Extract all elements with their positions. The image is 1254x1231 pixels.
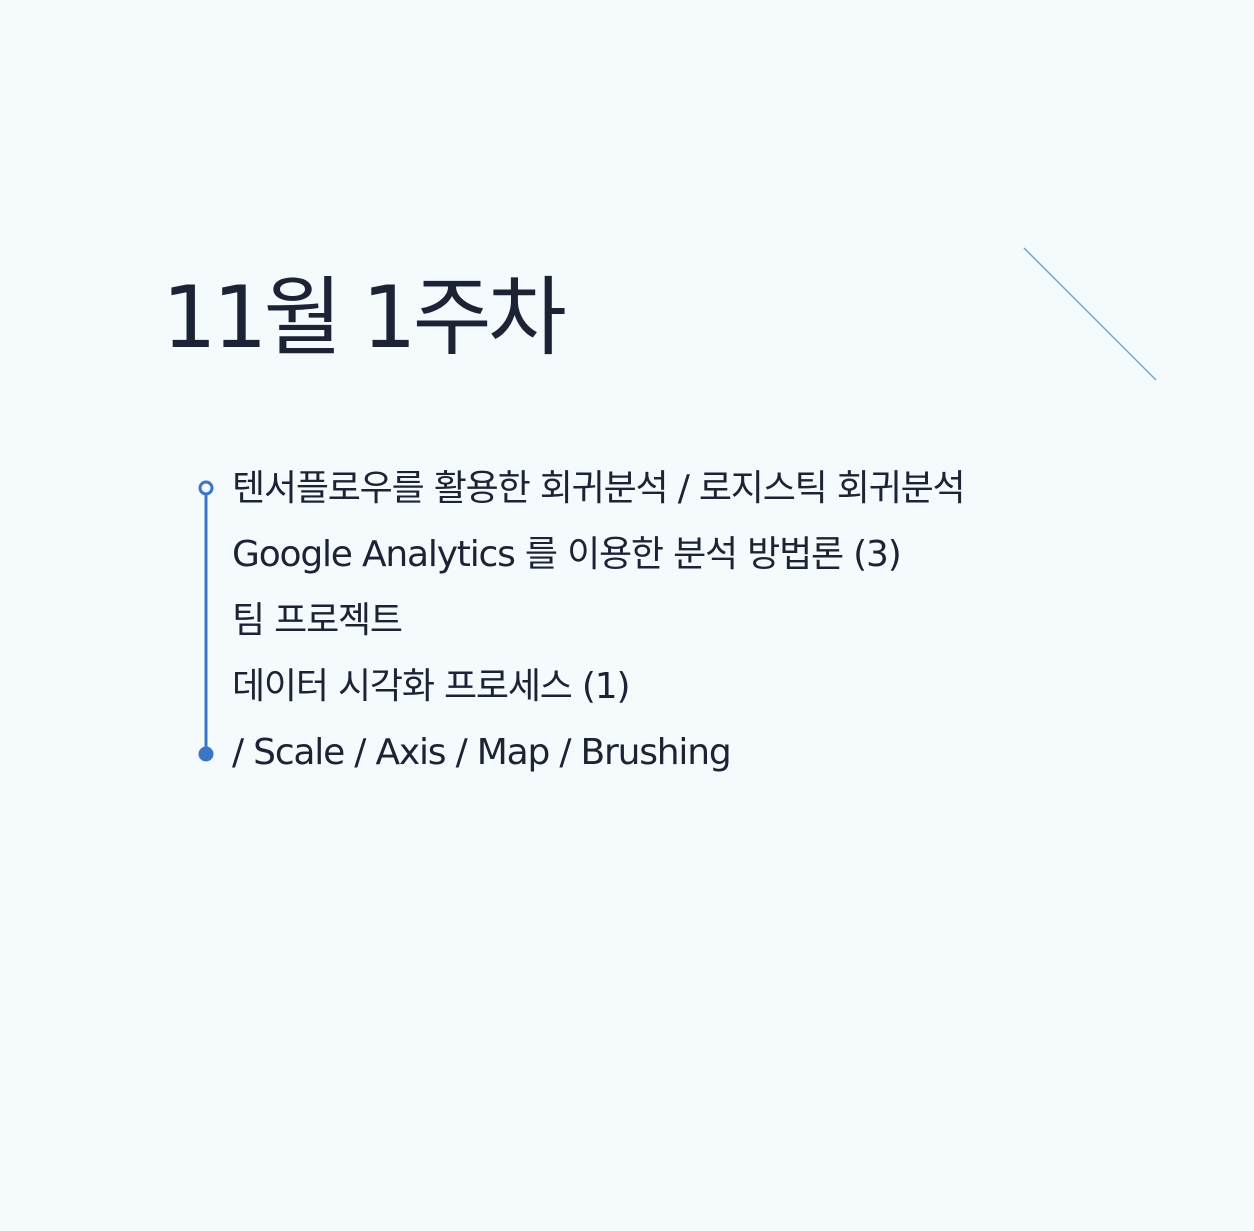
- diagonal-stroke: [1023, 247, 1157, 381]
- topic-item: 팀 프로젝트: [232, 600, 403, 641]
- topic-item: 텐서플로우를 활용한 회귀분석 / 로지스틱 회귀분석: [232, 468, 966, 509]
- timeline-start-dot: [198, 480, 214, 496]
- timeline-connector: [198, 480, 214, 762]
- timeline-end-dot: [198, 746, 214, 762]
- page-title: 11월 1주차: [162, 268, 567, 368]
- topic-list: 텐서플로우를 활용한 회귀분석 / 로지스틱 회귀분석 Google Analy…: [232, 456, 966, 786]
- topic-item: Google Analytics 를 이용한 분석 방법론 (3): [232, 534, 902, 575]
- decorative-diagonal-line: [1023, 247, 1157, 381]
- topic-item: 데이터 시각화 프로세스 (1): [232, 666, 631, 707]
- topic-item: / Scale / Axis / Map / Brushing: [232, 732, 732, 773]
